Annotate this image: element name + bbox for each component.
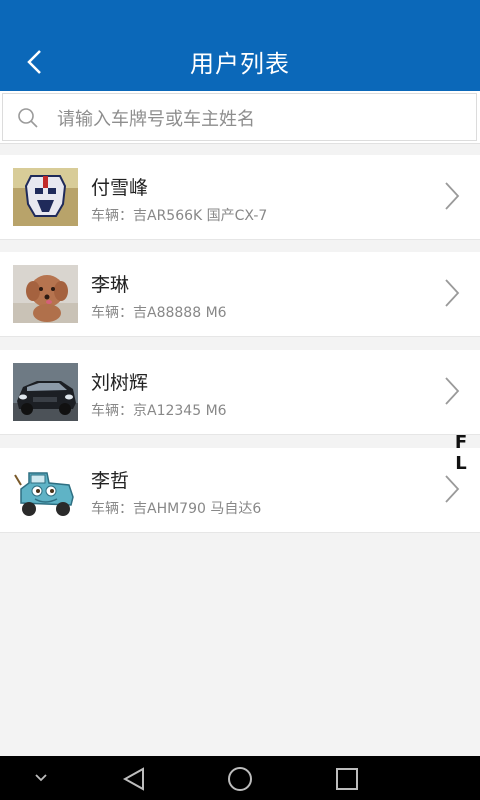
user-name: 李哲 (91, 470, 130, 492)
list-item[interactable]: 李哲 车辆：吉AHM790 马自达6 (0, 448, 480, 533)
home-circle-icon[interactable] (227, 766, 253, 792)
chevron-right-icon (445, 377, 460, 405)
puppy-avatar (13, 265, 78, 323)
page-title: 用户列表 (190, 50, 290, 78)
vehicle-info: 车辆：吉AHM790 马自达6 (91, 501, 262, 517)
recent-apps-square-icon[interactable] (335, 767, 359, 791)
vehicle-info: 车辆：京A12345 M6 (91, 403, 227, 419)
search-bar (0, 91, 480, 144)
app-header: 用户列表 (0, 0, 480, 91)
user-name: 付雪峰 (91, 177, 149, 199)
list-item[interactable]: 付雪峰 车辆：吉AR566K 国产CX-7 (0, 155, 480, 240)
vehicle-info: 车辆：吉AR566K 国产CX-7 (91, 208, 268, 224)
robot-mask-avatar (13, 168, 78, 226)
alphabet-index[interactable]: F L (452, 432, 470, 474)
chevron-right-icon (445, 182, 460, 210)
search-box[interactable] (2, 93, 477, 141)
list-item[interactable]: 刘树辉 车辆：京A12345 M6 (0, 350, 480, 435)
back-triangle-icon[interactable] (121, 766, 147, 792)
list-item[interactable]: 李琳 车辆：吉A88888 M6 (0, 252, 480, 337)
system-navigation-bar (0, 756, 480, 800)
chevron-right-icon (445, 475, 460, 503)
user-name: 李琳 (91, 274, 130, 296)
car-avatar (13, 363, 78, 421)
chevron-down-icon[interactable] (33, 772, 49, 784)
search-input[interactable] (55, 105, 459, 133)
index-letter-f[interactable]: F (452, 432, 470, 453)
chevron-right-icon (445, 279, 460, 307)
cartoon-tow-truck-avatar (13, 461, 78, 519)
vehicle-info: 车辆：吉A88888 M6 (91, 305, 227, 321)
user-name: 刘树辉 (91, 372, 149, 394)
search-icon (18, 108, 38, 128)
index-letter-l[interactable]: L (452, 453, 470, 474)
